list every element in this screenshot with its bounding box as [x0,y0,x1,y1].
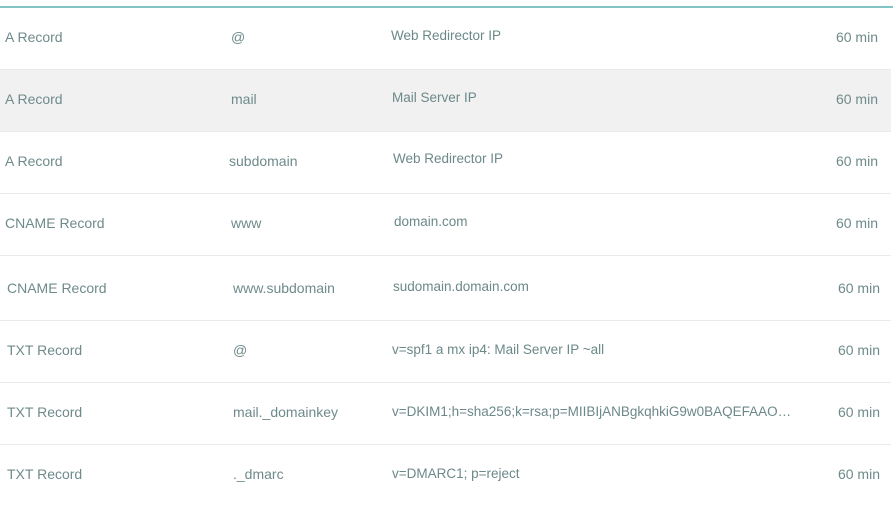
record-host: ._dmarc [233,466,284,482]
record-type: A Record [5,153,63,169]
record-type: TXT Record [7,342,83,358]
table-row[interactable]: TXT Record ._dmarc v=DMARC1; p=reject 60… [0,445,891,506]
record-value: Mail Server IP [392,90,477,105]
table-row[interactable]: A Record mail Mail Server IP 60 min [0,70,891,132]
record-type: TXT Record [7,466,83,482]
table-row[interactable]: CNAME Record www.subdomain sudomain.doma… [0,256,891,321]
record-type: A Record [5,29,63,45]
record-host: mail [231,91,257,107]
record-ttl: 60 min [837,342,880,358]
table-row[interactable]: CNAME Record www domain.com 60 min [0,194,891,256]
record-ttl: 60 min [835,153,878,169]
record-host: mail._domainkey [233,404,339,420]
record-value: v=DKIM1;h=sha256;k=rsa;p=MIIBIjANBgkqhki… [392,404,792,419]
record-type: TXT Record [7,404,83,420]
record-ttl: 60 min [835,29,878,45]
record-value: v=DMARC1; p=reject [392,466,520,481]
record-ttl: 60 min [835,91,878,107]
record-ttl: 60 min [837,466,880,482]
record-value: domain.com [394,214,468,229]
record-ttl: 60 min [837,404,880,420]
record-host: www.subdomain [233,280,335,296]
dns-records-table: A Record @ Web Redirector IP 60 min A Re… [0,8,891,506]
record-host: www [231,215,262,231]
record-ttl: 60 min [835,215,878,231]
table-row[interactable]: A Record @ Web Redirector IP 60 min [0,8,891,70]
record-value: v=spf1 a mx ip4: Mail Server IP ~all [392,342,605,357]
record-host: @ [233,342,248,358]
record-value: sudomain.domain.com [393,279,529,294]
record-host: @ [231,29,246,45]
record-value: Web Redirector IP [393,151,504,166]
table-row[interactable]: A Record subdomain Web Redirector IP 60 … [0,132,891,194]
table-row[interactable]: TXT Record @ v=spf1 a mx ip4: Mail Serve… [0,321,891,383]
record-value: Web Redirector IP [391,28,502,43]
record-host: subdomain [229,153,298,169]
record-type: CNAME Record [7,280,107,296]
table-row[interactable]: TXT Record mail._domainkey v=DKIM1;h=sha… [0,383,891,445]
record-type: A Record [5,91,63,107]
record-type: CNAME Record [5,215,105,231]
record-ttl: 60 min [837,280,880,296]
